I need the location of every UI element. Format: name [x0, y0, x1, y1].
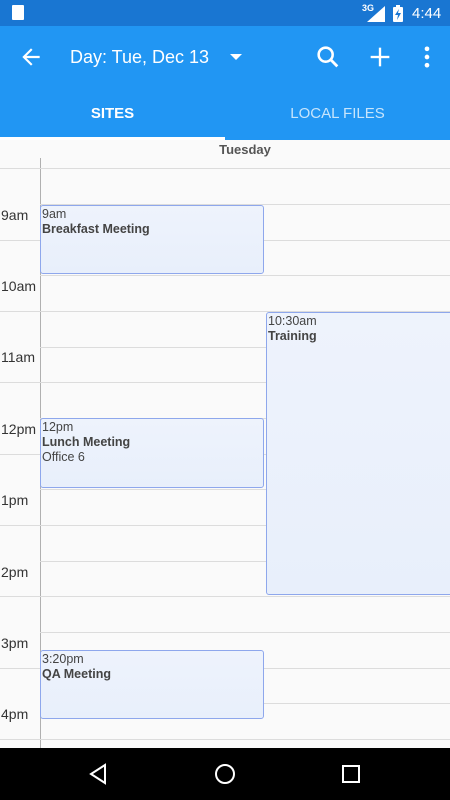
- event-title: Training: [268, 329, 317, 343]
- event-title: QA Meeting: [42, 667, 111, 681]
- tab-sites[interactable]: SITES: [0, 88, 225, 140]
- hour-line: [0, 168, 450, 169]
- tab-bar: SITES LOCAL FILES: [0, 88, 450, 140]
- event-time: 3:20pm: [42, 652, 84, 666]
- event-title: Breakfast Meeting: [42, 222, 150, 236]
- hour-line: [0, 739, 450, 740]
- clock: 4:44: [412, 5, 442, 22]
- sd-card-icon: [12, 5, 24, 20]
- hour-label-11am: 11am: [1, 349, 35, 365]
- recents-square-icon[interactable]: [339, 762, 363, 786]
- event-qa-meeting[interactable]: 3:20pm QA Meeting: [40, 650, 264, 719]
- back-triangle-icon[interactable]: [86, 762, 110, 786]
- home-circle-icon[interactable]: [213, 762, 237, 786]
- event-breakfast-meeting[interactable]: 9am Breakfast Meeting: [40, 205, 264, 274]
- hour-label-2pm: 2pm: [1, 564, 29, 580]
- hour-label-4pm: 4pm: [1, 706, 29, 722]
- event-time: 10:30am: [268, 314, 317, 328]
- add-icon[interactable]: [366, 43, 394, 71]
- event-title: Lunch Meeting: [42, 435, 131, 449]
- hour-label-12pm: 12pm: [1, 421, 37, 437]
- hour-label-3pm: 3pm: [1, 635, 29, 651]
- half-hour-line: [40, 275, 450, 276]
- day-header: Tuesday: [219, 142, 271, 157]
- date-selector-title[interactable]: Day: Tue, Dec 13: [70, 47, 209, 68]
- hour-label-1pm: 1pm: [1, 492, 29, 508]
- event-time: 12pm: [42, 420, 74, 434]
- battery-icon: [393, 5, 403, 22]
- status-bar: 3G 4:44: [0, 0, 450, 26]
- event-location: Office 6: [42, 450, 85, 464]
- hour-label-10am: 10am: [1, 278, 37, 294]
- half-hour-line: [40, 632, 450, 633]
- hour-line: [0, 596, 450, 597]
- signal-icon: [367, 6, 385, 22]
- event-time: 9am: [42, 207, 67, 221]
- navigation-bar: [0, 748, 450, 800]
- event-training[interactable]: 10:30am Training: [266, 312, 450, 595]
- tab-local-files[interactable]: LOCAL FILES: [225, 88, 450, 140]
- dropdown-caret-icon[interactable]: [230, 54, 242, 60]
- search-icon[interactable]: [314, 43, 342, 71]
- toolbar: Day: Tue, Dec 13: [0, 26, 450, 88]
- day-calendar[interactable]: Tuesday 9am 10am 11am 12pm 1pm 2pm 3pm 4…: [0, 140, 450, 748]
- hour-label-9am: 9am: [1, 207, 29, 223]
- event-lunch-meeting[interactable]: 12pm Lunch Meeting Office 6: [40, 418, 264, 488]
- back-arrow-icon[interactable]: [18, 44, 44, 70]
- more-options-icon[interactable]: [413, 43, 441, 71]
